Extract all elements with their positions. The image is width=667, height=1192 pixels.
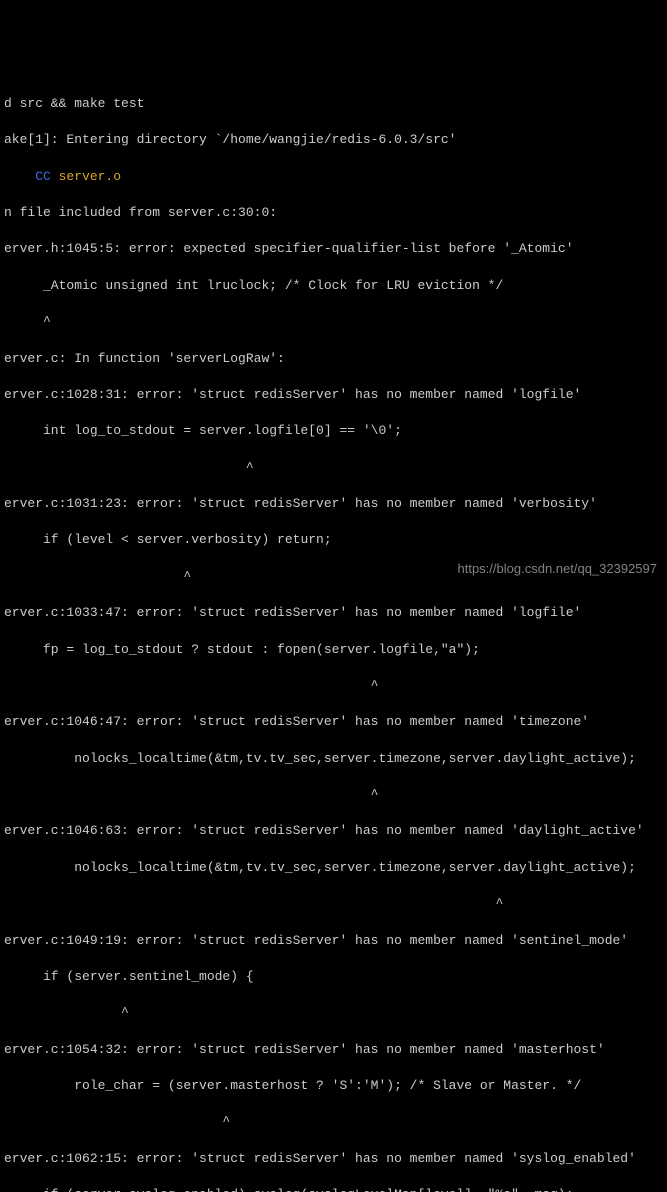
terminal-line: d src && make test	[4, 95, 667, 113]
terminal-line: if (level < server.verbosity) return;	[4, 531, 667, 549]
terminal-line: nolocks_localtime(&tm,tv.tv_sec,server.t…	[4, 859, 667, 877]
terminal-line: erver.h:1045:5: error: expected specifie…	[4, 240, 667, 258]
terminal-line: erver.c:1033:47: error: 'struct redisSer…	[4, 604, 667, 622]
terminal-line: fp = log_to_stdout ? stdout : fopen(serv…	[4, 641, 667, 659]
terminal-line: erver.c:1054:32: error: 'struct redisSer…	[4, 1041, 667, 1059]
terminal-line: erver.c:1046:47: error: 'struct redisSer…	[4, 713, 667, 731]
terminal-line: role_char = (server.masterhost ? 'S':'M'…	[4, 1077, 667, 1095]
terminal-line: if (server.sentinel_mode) {	[4, 968, 667, 986]
terminal-line: nolocks_localtime(&tm,tv.tv_sec,server.t…	[4, 750, 667, 768]
terminal-line: erver.c:1028:31: error: 'struct redisSer…	[4, 386, 667, 404]
terminal-line: ^	[4, 895, 667, 913]
terminal-line: int log_to_stdout = server.logfile[0] ==…	[4, 422, 667, 440]
terminal-line: ^	[4, 1004, 667, 1022]
terminal-line: erver.c:1049:19: error: 'struct redisSer…	[4, 932, 667, 950]
terminal-line: ^	[4, 677, 667, 695]
terminal-line: erver.c:1046:63: error: 'struct redisSer…	[4, 822, 667, 840]
cc-indent	[4, 169, 35, 184]
terminal-line: CC server.o	[4, 168, 667, 186]
terminal-output: d src && make test ake[1]: Entering dire…	[4, 77, 667, 1192]
terminal-line: erver.c:1031:23: error: 'struct redisSer…	[4, 495, 667, 513]
terminal-line: ^	[4, 786, 667, 804]
terminal-line: ^	[4, 313, 667, 331]
terminal-line: erver.c:1062:15: error: 'struct redisSer…	[4, 1150, 667, 1168]
cc-file: server.o	[51, 169, 121, 184]
terminal-line: if (server.syslog_enabled) syslog(syslog…	[4, 1186, 667, 1192]
terminal-line: erver.c: In function 'serverLogRaw':	[4, 350, 667, 368]
terminal-line: n file included from server.c:30:0:	[4, 204, 667, 222]
terminal-line: _Atomic unsigned int lruclock; /* Clock …	[4, 277, 667, 295]
watermark: https://blog.csdn.net/qq_32392597	[458, 560, 658, 578]
terminal-line: ake[1]: Entering directory `/home/wangji…	[4, 131, 667, 149]
cc-label: CC	[35, 169, 51, 184]
terminal-line: ^	[4, 459, 667, 477]
terminal-line: ^	[4, 1113, 667, 1131]
